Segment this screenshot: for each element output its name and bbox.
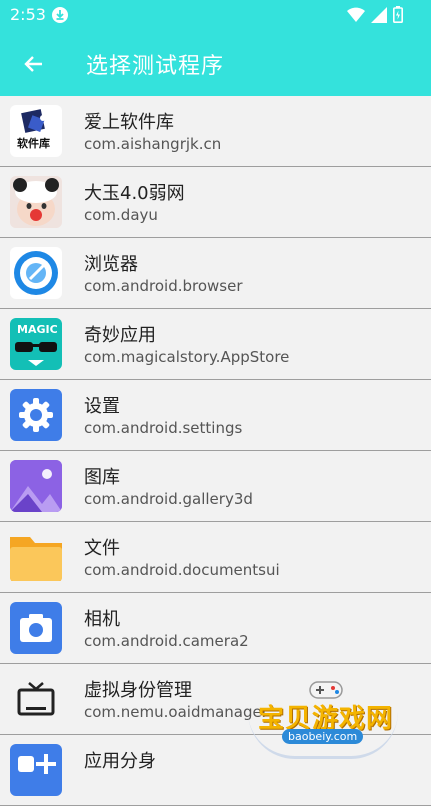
app-name: 文件: [84, 538, 120, 559]
signal-icon: [371, 6, 387, 27]
list-item[interactable]: 文件 com.android.documentsui: [0, 522, 431, 593]
app-name: 应用分身: [84, 751, 156, 772]
package-name: com.android.browser: [84, 277, 243, 295]
app-name: 爱上软件库: [84, 112, 174, 133]
download-icon: [52, 7, 68, 23]
list-item[interactable]: 浏览器 com.android.browser: [0, 238, 431, 309]
list-item[interactable]: MAGIC 奇妙应用 com.magicalstory.AppStore: [0, 309, 431, 380]
list-item[interactable]: 设置 com.android.settings: [0, 380, 431, 451]
camera-icon: [10, 602, 62, 654]
app-name: 相机: [84, 609, 120, 630]
software-library-icon: 软件库: [10, 105, 62, 157]
package-name: com.magicalstory.AppStore: [84, 348, 290, 366]
app-clone-icon: [10, 744, 62, 796]
package-name: com.android.documentsui: [84, 561, 280, 579]
package-name: com.android.camera2: [84, 632, 249, 650]
list-item[interactable]: 相机 com.android.camera2: [0, 593, 431, 664]
gallery-icon: [10, 460, 62, 512]
app-name: 虚拟身份管理: [84, 680, 192, 701]
status-bar: 2:53: [0, 0, 431, 30]
app-name: 浏览器: [84, 254, 138, 275]
package-name: com.android.gallery3d: [84, 490, 253, 508]
icon-label: 软件库: [17, 137, 50, 150]
package-name: com.android.settings: [84, 419, 243, 437]
gear-icon: [10, 389, 62, 441]
panda-avatar-icon: [10, 176, 62, 228]
list-item[interactable]: 大玉4.0弱网 com.dayu: [0, 167, 431, 238]
back-arrow-icon[interactable]: [20, 50, 48, 78]
battery-icon: [393, 6, 403, 27]
wifi-icon: [347, 7, 365, 27]
folder-icon: [10, 531, 62, 583]
list-item[interactable]: 图库 com.android.gallery3d: [0, 451, 431, 522]
magic-store-icon: MAGIC: [10, 318, 62, 370]
app-name: 图库: [84, 467, 120, 488]
package-name: com.nemu.oaidmanager: [84, 703, 268, 721]
browser-icon: [10, 247, 62, 299]
watermark: 宝贝游戏网 baobeiy.com: [248, 672, 408, 762]
package-name: com.aishangrjk.cn: [84, 135, 222, 153]
page-title: 选择测试程序: [86, 54, 225, 79]
app-name: 奇妙应用: [84, 325, 156, 346]
status-time: 2:53: [10, 5, 46, 24]
package-name: com.dayu: [84, 206, 158, 224]
app-bar: 选择测试程序: [0, 30, 431, 96]
app-name: 大玉4.0弱网: [84, 183, 185, 204]
list-item[interactable]: 软件库 爱上软件库 com.aishangrjk.cn: [0, 96, 431, 167]
app-name: 设置: [84, 396, 120, 417]
icon-label: MAGIC: [17, 323, 58, 336]
watermark-url: baobeiy.com: [282, 729, 364, 744]
tv-icon: [10, 673, 62, 725]
